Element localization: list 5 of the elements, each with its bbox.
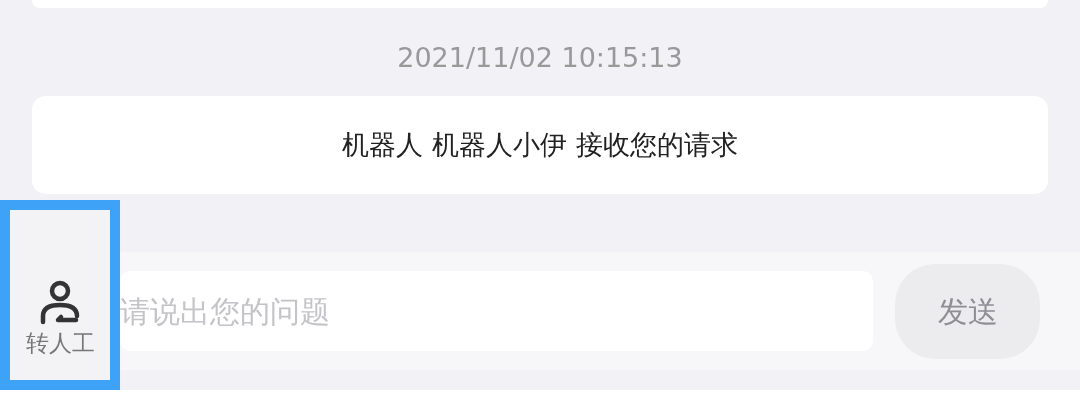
question-input-field[interactable]: 请说出您的问题: [120, 271, 873, 351]
message-bubble: 机器人 机器人小伊 接收您的请求: [32, 96, 1048, 194]
timestamp: 2021/11/02 10:15:13: [396, 41, 684, 75]
transfer-to-agent-button[interactable]: 转人工: [0, 200, 120, 390]
person-icon: [38, 279, 82, 326]
